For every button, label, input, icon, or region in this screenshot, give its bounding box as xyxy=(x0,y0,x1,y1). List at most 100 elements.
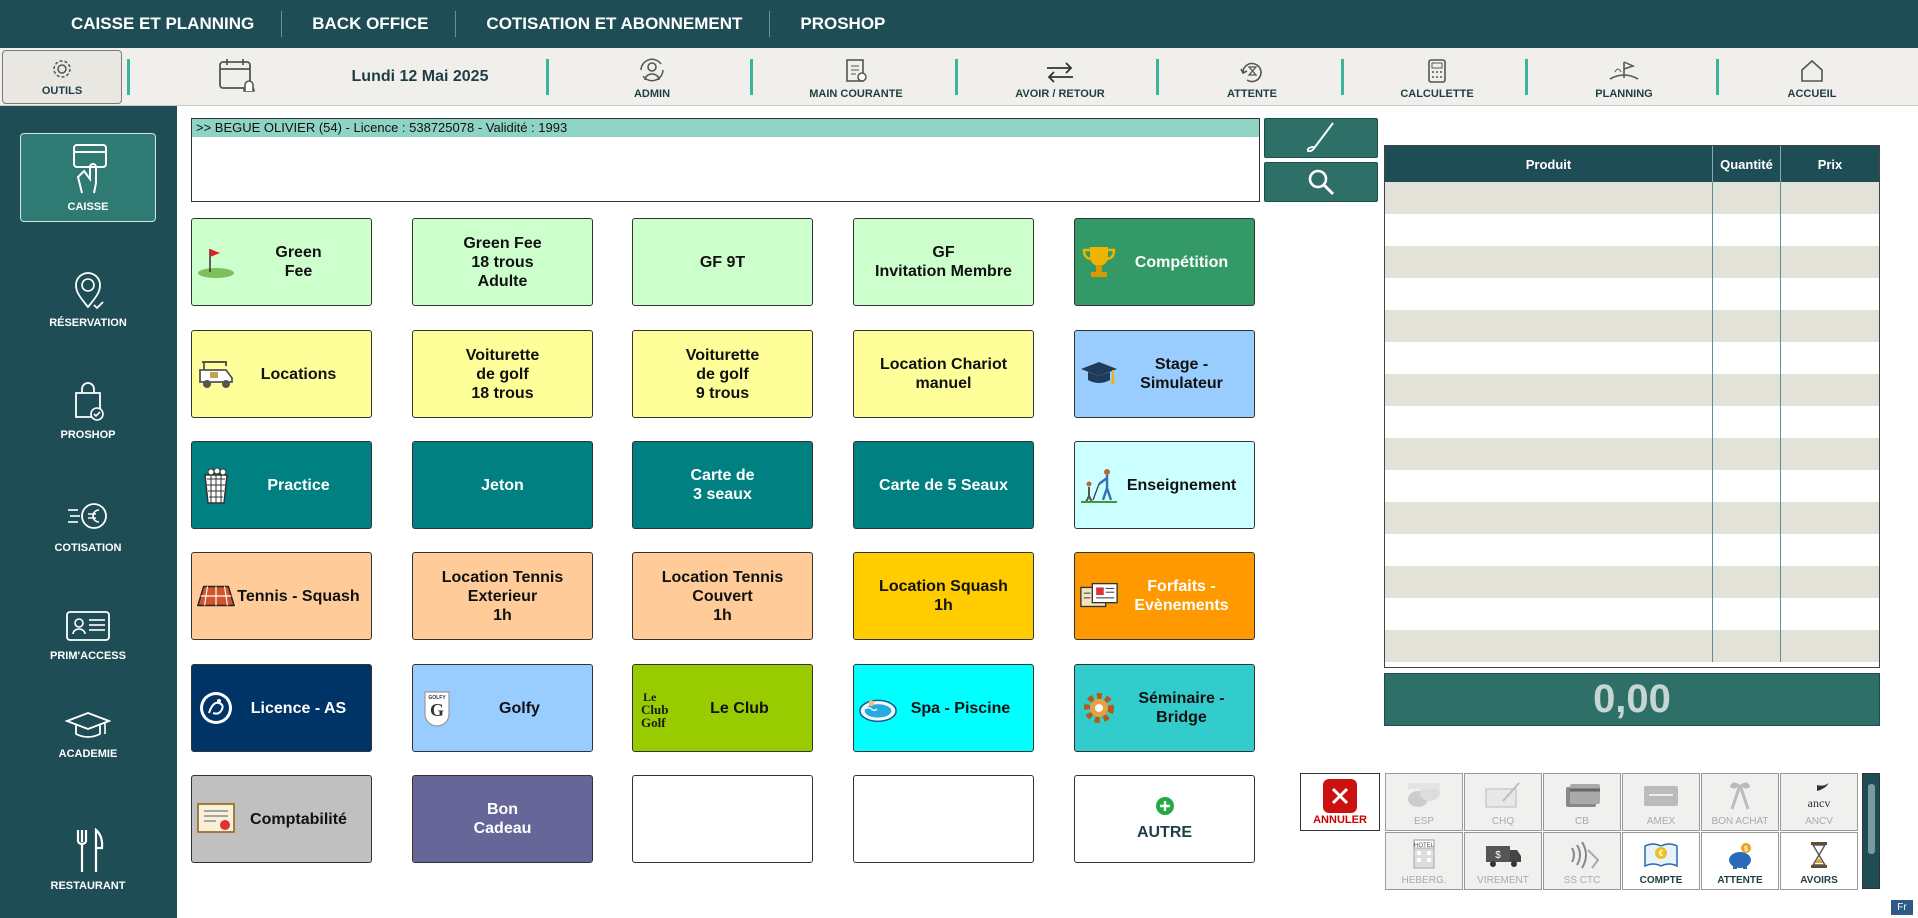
calendar-alarm-button[interactable] xyxy=(212,48,262,106)
sidebar-item-academie[interactable]: ACADEMIE xyxy=(20,710,156,790)
main-courante-button[interactable]: MAIN COURANTE xyxy=(800,48,912,106)
product-button-location-squash-1h[interactable]: Location Squash 1h xyxy=(853,552,1034,640)
product-button-le-club[interactable]: Le Club Golf Le Club xyxy=(632,664,813,752)
payment-bon-achat-button[interactable]: BON ACHAT xyxy=(1701,773,1779,831)
menu-back-office[interactable]: BACK OFFICE xyxy=(282,11,457,37)
table-row[interactable] xyxy=(1385,310,1879,342)
certificate-icon xyxy=(196,799,236,839)
product-button-location-chariot-manuel[interactable]: Location Chariot manuel xyxy=(853,330,1034,418)
table-row[interactable] xyxy=(1385,246,1879,278)
cell-produit xyxy=(1385,630,1713,662)
product-button-enseignement[interactable]: Enseignement xyxy=(1074,441,1255,529)
sidebar-item-reservation[interactable]: RÉSERVATION xyxy=(20,269,156,349)
sidebar-item-proshop[interactable]: PROSHOP xyxy=(20,381,156,461)
table-row[interactable] xyxy=(1385,406,1879,438)
payment-label: ESP xyxy=(1413,816,1434,827)
table-row[interactable] xyxy=(1385,598,1879,630)
search-button[interactable] xyxy=(1264,162,1378,202)
table-row[interactable] xyxy=(1385,342,1879,374)
payment-heberg-button[interactable]: HOTEL HEBERG. xyxy=(1385,832,1463,890)
payment-compte-button[interactable]: € COMPTE xyxy=(1622,832,1700,890)
product-button-jeton[interactable]: Jeton xyxy=(412,441,593,529)
table-row[interactable] xyxy=(1385,630,1879,662)
payment-label: HEBERG. xyxy=(1401,875,1447,886)
home-icon xyxy=(1801,59,1823,82)
annuler-button[interactable]: ANNULER xyxy=(1300,773,1380,831)
cell-prix xyxy=(1781,310,1879,342)
language-indicator[interactable]: Fr xyxy=(1891,900,1913,915)
customer-line[interactable]: >> BEGUE OLIVIER (54) - Licence : 538725… xyxy=(192,119,1259,137)
table-row[interactable] xyxy=(1385,566,1879,598)
payment-avoirs-button[interactable]: AVOIRS xyxy=(1780,832,1858,890)
planning-button[interactable]: PLANNING xyxy=(1572,48,1676,106)
svg-text:Golf: Golf xyxy=(641,715,666,729)
toolbar-divider xyxy=(546,59,549,95)
payment-attente-button[interactable]: $ ATTENTE xyxy=(1701,832,1779,890)
product-button-seminaire-bridge[interactable]: Séminaire - Bridge xyxy=(1074,664,1255,752)
sidebar-item-restaurant[interactable]: RESTAURANT xyxy=(20,828,156,908)
product-button-voiturette-de-golf-9-trous[interactable]: Voiturette de golf 9 trous xyxy=(632,330,813,418)
table-row[interactable] xyxy=(1385,438,1879,470)
transfer-truck-icon: $ xyxy=(1483,840,1523,875)
payment-ss-ctc-button[interactable]: SS CTC xyxy=(1543,832,1621,890)
cell-produit xyxy=(1385,182,1713,214)
table-row[interactable] xyxy=(1385,278,1879,310)
cell-quantite xyxy=(1713,566,1781,598)
table-row[interactable] xyxy=(1385,470,1879,502)
table-row[interactable] xyxy=(1385,182,1879,214)
product-button-practice[interactable]: Practice xyxy=(191,441,372,529)
sidebar-item-caisse[interactable]: CAISSE xyxy=(20,133,156,222)
customer-info-box[interactable]: >> BEGUE OLIVIER (54) - Licence : 538725… xyxy=(191,118,1260,202)
product-button-bon-cadeau[interactable]: Bon Cadeau xyxy=(412,775,593,863)
product-button-stage-simulateur[interactable]: Stage - Simulateur xyxy=(1074,330,1255,418)
table-row[interactable] xyxy=(1385,374,1879,406)
product-button-spa-piscine[interactable]: Spa - Piscine xyxy=(853,664,1034,752)
payment-chq-button[interactable]: CHQ xyxy=(1464,773,1542,831)
menu-proshop[interactable]: PROSHOP xyxy=(770,11,912,37)
payment-amex-button[interactable]: AMEX xyxy=(1622,773,1700,831)
product-button-licence-as[interactable]: Licence - AS xyxy=(191,664,372,752)
product-button-carte-de-5-seaux[interactable]: Carte de 5 Seaux xyxy=(853,441,1034,529)
table-row[interactable] xyxy=(1385,502,1879,534)
table-row[interactable] xyxy=(1385,534,1879,566)
avoir-retour-button[interactable]: AVOIR / RETOUR xyxy=(1008,48,1112,106)
table-row[interactable] xyxy=(1385,214,1879,246)
product-button-autre[interactable]: AUTRE xyxy=(1074,775,1255,863)
product-button-green-fee[interactable]: Green Fee xyxy=(191,218,372,306)
product-button-gf-invitation-membre[interactable]: GF Invitation Membre xyxy=(853,218,1034,306)
scrollbar-thumb[interactable] xyxy=(1868,784,1875,854)
payment-ancv-button[interactable]: ancv ANCV xyxy=(1780,773,1858,831)
product-button-voiturette-de-golf-18-trous[interactable]: Voiturette de golf 18 trous xyxy=(412,330,593,418)
product-button-competition[interactable]: Compétition xyxy=(1074,218,1255,306)
product-button-location-tennis-couvert-1h[interactable]: Location Tennis Couvert 1h xyxy=(632,552,813,640)
golf-club-button[interactable] xyxy=(1264,118,1378,158)
payment-virement-button[interactable]: $ VIREMENT xyxy=(1464,832,1542,890)
admin-button[interactable]: ADMIN xyxy=(600,48,704,106)
payment-esp-button[interactable]: ESP xyxy=(1385,773,1463,831)
product-button-gf-9t[interactable]: GF 9T xyxy=(632,218,813,306)
product-button-tennis-squash[interactable]: Tennis - Squash xyxy=(191,552,372,640)
cell-prix xyxy=(1781,214,1879,246)
product-button-empty[interactable] xyxy=(853,775,1034,863)
attente-button[interactable]: ATTENTE xyxy=(1200,48,1304,106)
accueil-button[interactable]: ACCUEIL xyxy=(1760,48,1864,106)
menu-cotisation-abonnement[interactable]: COTISATION ET ABONNEMENT xyxy=(456,11,771,37)
payment-cb-button[interactable]: CB xyxy=(1543,773,1621,831)
product-button-green-fee-18-trous-adulte[interactable]: Green Fee 18 trous Adulte xyxy=(412,218,593,306)
product-button-forfaits-evenements[interactable]: Forfaits - Evènements xyxy=(1074,552,1255,640)
coins-icon xyxy=(1404,781,1444,816)
menu-caisse-planning[interactable]: CAISSE ET PLANNING xyxy=(0,11,283,37)
outils-button[interactable]: OUTILS xyxy=(2,50,122,104)
sidebar-item-cotisation[interactable]: COTISATION xyxy=(20,496,156,576)
calculette-button[interactable]: CALCULETTE xyxy=(1385,48,1489,106)
product-button-golfy[interactable]: G GOLFY Golfy xyxy=(412,664,593,752)
sidebar-item-primaccess[interactable]: PRIM'ACCESS xyxy=(20,608,156,688)
product-button-carte-de-3-seaux[interactable]: Carte de 3 seaux xyxy=(632,441,813,529)
toolbar-divider xyxy=(1341,59,1344,95)
product-button-comptabilite[interactable]: Comptabilité xyxy=(191,775,372,863)
product-button-empty[interactable] xyxy=(632,775,813,863)
ticket-rows[interactable] xyxy=(1385,182,1879,662)
payment-scrollbar[interactable] xyxy=(1862,773,1880,889)
product-button-locations[interactable]: Locations xyxy=(191,330,372,418)
product-button-location-tennis-exterieur-1h[interactable]: Location Tennis Exterieur 1h xyxy=(412,552,593,640)
